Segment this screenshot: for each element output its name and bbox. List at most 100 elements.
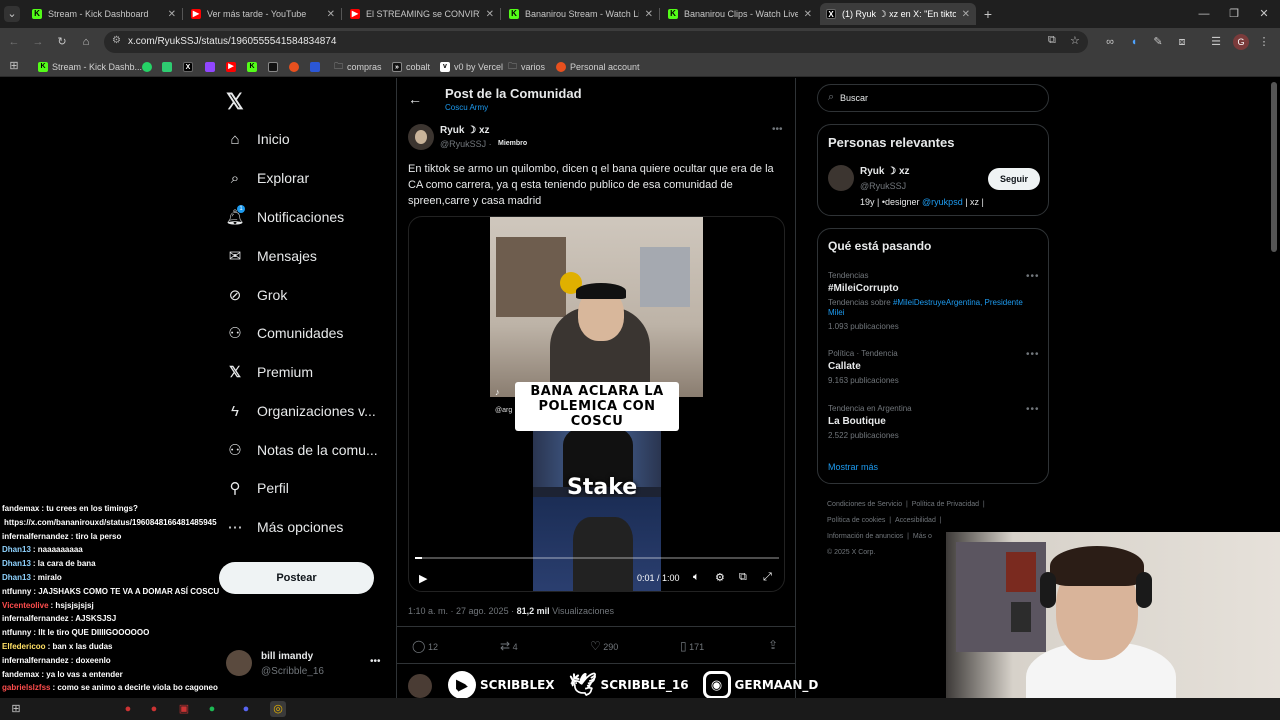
tab-youtube-later[interactable]: ▶ Ver más tarde - YouTube ✕ <box>185 3 341 25</box>
reply-button[interactable]: ◯ 12 <box>412 639 438 653</box>
bookmark-site[interactable] <box>310 59 324 75</box>
x-logo-icon[interactable]: 𝕏 <box>226 89 244 115</box>
avatar[interactable] <box>828 165 854 191</box>
bookmark-site[interactable] <box>268 59 282 75</box>
bookmark-youtube[interactable]: ▶ <box>226 59 240 75</box>
video-progress-track[interactable] <box>415 557 779 559</box>
sidebar-item-notificaciones[interactable]: 🔔︎ 1 Notificaciones <box>225 205 344 229</box>
forward-icon[interactable]: → <box>30 34 46 50</box>
app-icon[interactable]: ▣ <box>176 701 192 717</box>
tab-x-post[interactable]: X (1) Ryuk ☽ xz en X: "En tiktok se ✕ <box>820 3 976 25</box>
chat-username[interactable]: Elfedericoo <box>2 642 46 651</box>
bookmark-cobalt[interactable]: » cobalt <box>392 59 430 75</box>
play-icon[interactable]: ▶ <box>419 572 427 585</box>
bookmark-kick[interactable]: K <box>247 59 261 75</box>
footer-link[interactable]: Información de anuncios <box>827 533 903 540</box>
chat-username[interactable]: infernalfernandez <box>2 532 69 541</box>
bookmark-v0[interactable]: v v0 by Vercel <box>440 59 503 75</box>
sidebar-item-grok[interactable]: ⊘ Grok <box>226 283 288 307</box>
page-scrollbar[interactable] <box>1271 82 1277 252</box>
new-tab-icon[interactable]: + <box>980 6 996 22</box>
close-icon[interactable]: ✕ <box>962 9 970 20</box>
tab-bananirou-stream[interactable]: K Bananirou Stream - Watch Live ✕ <box>503 3 659 25</box>
bookmark-personal-account[interactable]: Personal account <box>556 59 640 75</box>
sidebar-item-explorar[interactable]: ⌕ Explorar <box>226 166 309 190</box>
app-icon[interactable]: ● <box>120 701 136 717</box>
more-icon[interactable]: ••• <box>1026 349 1040 360</box>
relevant-name[interactable]: Ryuk ☽ xz <box>860 166 910 177</box>
minimize-icon[interactable]: — <box>1196 6 1212 22</box>
show-more-link[interactable]: Mostrar más <box>828 462 878 472</box>
extension-icon[interactable]: ✎ <box>1150 34 1166 50</box>
footer-link[interactable]: Condiciones de Servicio <box>827 501 902 508</box>
spotify-icon[interactable]: ● <box>204 701 220 717</box>
video-player[interactable]: BANA ACLARA LA POLEMICA CON COSCU ♪ @arg… <box>408 216 785 592</box>
bookmark-site[interactable] <box>162 59 176 75</box>
relevant-handle[interactable]: @RyukSSJ <box>860 181 906 191</box>
address-bar[interactable]: ⚙ x.com/RyukSSJ/status/19605555415848348… <box>104 31 1088 53</box>
bookmark-folder-compras[interactable]: 🗀 compras <box>334 59 382 75</box>
bookmark-site[interactable] <box>289 59 303 75</box>
apps-grid-icon[interactable]: ⊞ <box>6 58 22 74</box>
avatar[interactable] <box>226 650 252 676</box>
more-icon[interactable]: ••• <box>1026 404 1040 415</box>
back-icon[interactable]: ← <box>6 34 22 50</box>
chat-username[interactable]: gabrielslzfss <box>2 683 50 692</box>
close-icon[interactable]: ✕ <box>804 9 812 20</box>
media-icon[interactable]: ☰ <box>1208 34 1224 50</box>
more-icon[interactable]: ••• <box>1026 271 1040 282</box>
close-icon[interactable]: ✕ <box>645 9 653 20</box>
install-icon[interactable]: ⧉ <box>1048 34 1056 47</box>
chat-username[interactable]: infernalfernandez <box>2 656 69 665</box>
site-info-icon[interactable]: ⚙ <box>112 35 121 46</box>
community-link[interactable]: Coscu Army <box>445 103 488 112</box>
chat-username[interactable]: fandemax <box>2 670 39 679</box>
sidebar-item-organizaciones[interactable]: ϟ Organizaciones v... <box>226 399 376 423</box>
sidebar-item-notas[interactable]: ⚇ Notas de la comu... <box>226 438 377 462</box>
repost-button[interactable]: ⇄ 4 <box>500 639 518 653</box>
bookmark-whatsapp[interactable] <box>142 59 156 75</box>
more-icon[interactable]: ••• <box>370 656 381 667</box>
chat-username[interactable]: infernalfernandez <box>2 614 69 623</box>
post-button[interactable]: Postear <box>219 562 374 594</box>
tab-bananirou-clips[interactable]: K Bananirou Clips - Watch Live o ✕ <box>662 3 818 25</box>
sidebar-item-inicio[interactable]: ⌂ Inicio <box>226 127 289 151</box>
bookmark-button[interactable]: ▯ 171 <box>680 639 704 653</box>
footer-link[interactable]: Más o <box>913 533 932 540</box>
chat-username[interactable]: ntfunny <box>2 628 31 637</box>
sidebar-item-comunidades[interactable]: ⚇ Comunidades <box>226 321 343 345</box>
post-author-handle[interactable]: @RyukSSJ · <box>440 139 492 149</box>
maximize-icon[interactable]: ❐ <box>1226 6 1242 22</box>
close-icon[interactable]: ✕ <box>327 9 335 20</box>
extension-icon[interactable]: ∞ <box>1102 34 1118 50</box>
fullscreen-icon[interactable]: ⤢ <box>763 571 772 584</box>
chat-username[interactable]: ntfunny <box>2 587 31 596</box>
sidebar-item-premium[interactable]: 𝕏 Premium <box>226 360 313 384</box>
profile-avatar[interactable]: G <box>1233 34 1249 50</box>
trend-item[interactable]: Tendencia en Argentina La Boutique 2.522… <box>818 402 1048 448</box>
close-icon[interactable]: ✕ <box>168 9 176 20</box>
bookmark-kick-dashboard[interactable]: K Stream - Kick Dashb... <box>38 59 142 75</box>
home-icon[interactable]: ⌂ <box>78 34 94 50</box>
bio-link[interactable]: @ryukpsd <box>922 197 963 207</box>
footer-link[interactable]: Accesibilidad <box>895 517 936 524</box>
app-icon[interactable]: ● <box>146 701 162 717</box>
post-author-name[interactable]: Ryuk ☽ xz <box>440 125 490 136</box>
footer-link[interactable]: Política de cookies <box>827 517 885 524</box>
tab-youtube-video[interactable]: ▶ El STREAMING se CONVIRTIÓ e ✕ <box>344 3 500 25</box>
chat-username[interactable]: Vicenteolive <box>2 601 49 610</box>
search-input[interactable]: Buscar <box>840 93 868 103</box>
extensions-puzzle-icon[interactable]: ⧈ <box>1174 34 1190 50</box>
bookmark-folder-varios[interactable]: 🗀 varios <box>508 59 545 75</box>
search-box[interactable]: ⌕ Buscar <box>817 84 1049 112</box>
trend-item[interactable]: Política · Tendencia Callate 9.163 publi… <box>818 347 1048 393</box>
chat-username[interactable]: Dhan13 <box>2 573 31 582</box>
follow-button[interactable]: Seguir <box>988 168 1040 190</box>
trend-item[interactable]: Tendencias #MileiCorrupto Tendencias sob… <box>818 267 1048 337</box>
bookmark-twitch[interactable] <box>205 59 219 75</box>
menu-icon[interactable]: ⋮ <box>1256 34 1272 50</box>
start-icon[interactable]: ⊞ <box>8 701 24 717</box>
tab-search-icon[interactable]: ⌄ <box>4 6 20 22</box>
chrome-icon[interactable]: ◎ <box>270 701 286 717</box>
discord-icon[interactable]: ● <box>238 701 254 717</box>
